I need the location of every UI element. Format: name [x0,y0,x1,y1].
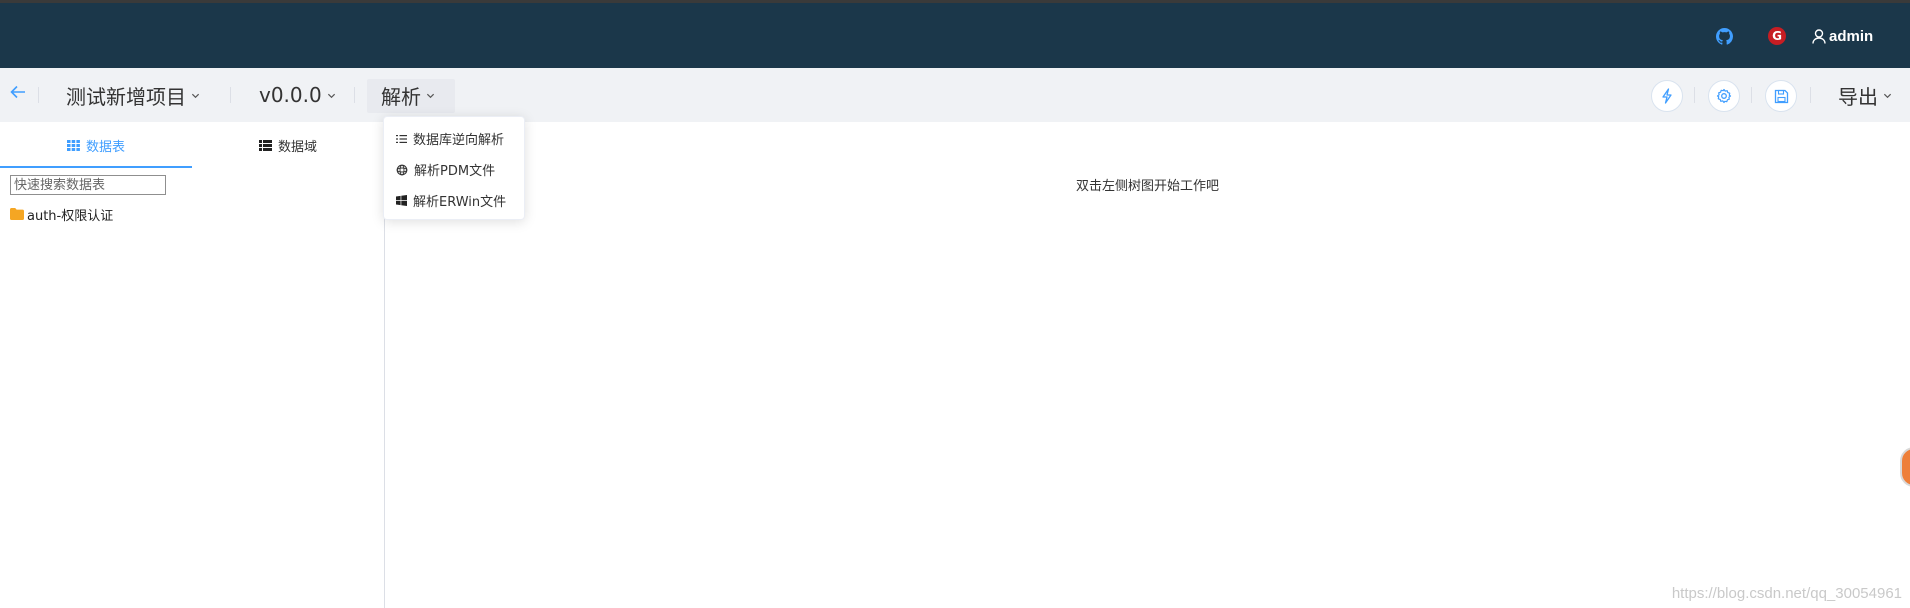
gitee-icon[interactable]: G [1768,27,1786,45]
folder-icon [10,208,24,220]
chevron-down-icon [191,93,200,98]
empty-state-message: 双击左侧树图开始工作吧 [1076,179,1220,194]
menu-item-db-reverse[interactable]: 数据库逆向解析 [384,123,524,154]
toolbar-divider [1751,87,1752,103]
main-content: 双击左侧树图开始工作吧 [386,122,1910,608]
user-icon [1812,28,1826,44]
chevron-down-icon [1883,93,1892,98]
save-button[interactable] [1765,80,1797,112]
user-menu[interactable]: admin [1812,26,1873,46]
list-order-icon [396,134,407,143]
chevron-down-icon [426,93,435,98]
pdm-icon [396,164,408,175]
project-selector[interactable]: 测试新增项目 [66,82,200,109]
project-name: 测试新增项目 [66,84,186,109]
tree-node[interactable]: auth-权限认证 [10,204,113,224]
tab-domains-label: 数据域 [277,139,317,155]
tab-tables-label: 数据表 [85,139,125,155]
toolbar-divider [38,87,39,103]
toolbar: 测试新增项目 v0.0.0 解析 导出 [0,68,1910,122]
sidebar: 数据表 数据域 auth-权限认证 [0,122,385,608]
menu-item-label: 数据库逆向解析 [413,133,505,148]
sidebar-tabs: 数据表 数据域 [0,122,384,168]
menu-item-parse-erwin[interactable]: 解析ERWin文件 [384,185,524,216]
menu-item-label: 解析PDM文件 [414,164,496,179]
tree-node-label: auth-权限认证 [27,208,114,224]
app-header: G admin [0,3,1910,68]
parse-label: 解析 [381,84,421,109]
generate-button[interactable] [1651,80,1683,112]
back-arrow-icon[interactable] [8,82,28,102]
version-label: v0.0.0 [259,83,322,107]
toolbar-divider [1694,87,1695,103]
toolbar-divider [230,87,231,103]
export-menu-trigger[interactable]: 导出 [1838,82,1892,109]
user-name: admin [1829,27,1874,45]
version-selector[interactable]: v0.0.0 [259,82,336,108]
chevron-down-icon [327,93,335,98]
save-icon [1774,89,1788,103]
toolbar-divider [1810,87,1811,103]
grid-icon [66,139,80,151]
list-icon [258,139,272,151]
settings-button[interactable] [1708,80,1740,112]
gear-icon [1716,88,1732,104]
export-label: 导出 [1838,84,1878,109]
flash-icon [1662,88,1672,104]
menu-item-parse-pdm[interactable]: 解析PDM文件 [384,154,524,185]
windows-icon [396,195,407,206]
github-icon[interactable] [1715,27,1733,45]
active-tab-indicator [0,166,192,168]
gitee-letter: G [1768,27,1786,45]
search-input[interactable] [10,175,166,195]
watermark: https://blog.csdn.net/qq_30054961 [1671,585,1902,602]
toolbar-divider [354,87,355,103]
parse-menu-trigger[interactable]: 解析 [381,82,435,109]
tab-domains[interactable]: 数据域 [192,122,384,168]
tab-tables[interactable]: 数据表 [0,122,192,168]
menu-item-label: 解析ERWin文件 [413,195,507,210]
parse-dropdown-menu: 数据库逆向解析 解析PDM文件 解析ERWin文件 [383,116,525,220]
